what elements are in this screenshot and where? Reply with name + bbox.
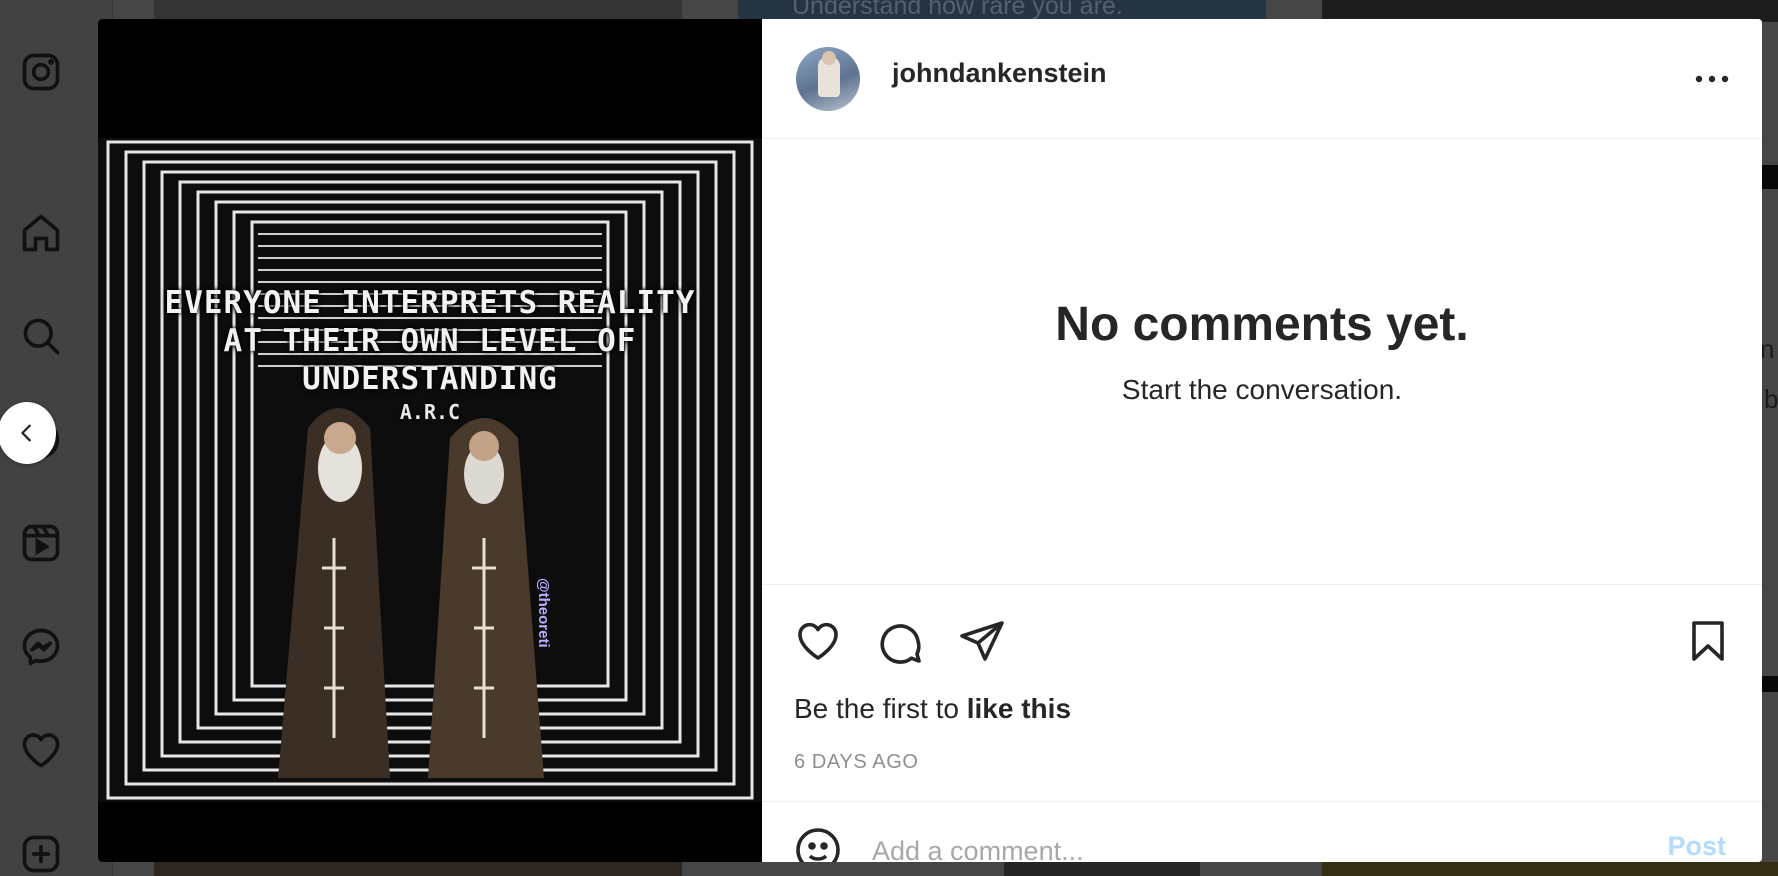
- image-signature: A.R.C: [399, 400, 461, 424]
- emoji-button[interactable]: [794, 826, 842, 862]
- post-actions: Be the first to like this 6 DAYS AGO: [762, 585, 1762, 801]
- likes-prefix: Be the first to: [794, 693, 967, 724]
- more-horizontal-icon: [1695, 75, 1729, 82]
- comment-button[interactable]: [876, 617, 924, 665]
- bookmark-icon: [1692, 621, 1724, 661]
- post-image-artwork: [98, 138, 762, 802]
- image-caption-line-2: AT THEIR OWN LEVEL OF: [223, 323, 637, 359]
- previous-post-button[interactable]: [0, 402, 56, 464]
- post-modal: EVERYONE INTERPRETS REALITY AT THEIR OWN…: [98, 19, 1762, 862]
- image-caption-line-3: UNDERSTANDING: [302, 361, 558, 397]
- likes-summary: Be the first to like this: [794, 693, 1071, 725]
- like-button[interactable]: [794, 617, 842, 665]
- post-comment-button[interactable]: Post: [1661, 830, 1732, 862]
- more-options-button[interactable]: [1692, 59, 1732, 99]
- post-media: EVERYONE INTERPRETS REALITY AT THEIR OWN…: [98, 19, 762, 862]
- add-comment-bar: Post: [762, 801, 1762, 862]
- action-row: [794, 617, 1006, 665]
- avatar[interactable]: [796, 46, 860, 111]
- post-timestamp[interactable]: 6 DAYS AGO: [794, 751, 919, 774]
- comment-input[interactable]: [870, 828, 1554, 862]
- post-info-pane: johndankenstein No comments yet. Start t…: [762, 19, 1762, 862]
- no-comments-subtitle: Start the conversation.: [1121, 374, 1403, 405]
- no-comments-title: No comments yet.: [1055, 298, 1469, 351]
- emoji-icon: [796, 828, 840, 862]
- avatar-head: [822, 50, 836, 65]
- post-image[interactable]: EVERYONE INTERPRETS REALITY AT THEIR OWN…: [98, 138, 762, 802]
- image-caption-line-1: EVERYONE INTERPRETS REALITY: [164, 285, 696, 321]
- like-this-link[interactable]: like this: [967, 693, 1071, 724]
- comments-section: No comments yet. Start the conversation.: [762, 139, 1762, 585]
- chevron-left-icon: [21, 424, 31, 442]
- post-header: johndankenstein: [762, 19, 1762, 139]
- send-icon: [960, 621, 1004, 661]
- username-link[interactable]: johndankenstein: [892, 58, 1107, 89]
- save-button[interactable]: [1684, 617, 1732, 665]
- share-button[interactable]: [958, 617, 1006, 665]
- image-watermark: @theoreti: [535, 578, 552, 648]
- page: Understand how rare you are. n b: [0, 0, 1778, 876]
- comment-icon: [880, 624, 921, 664]
- heart-icon: [798, 622, 838, 660]
